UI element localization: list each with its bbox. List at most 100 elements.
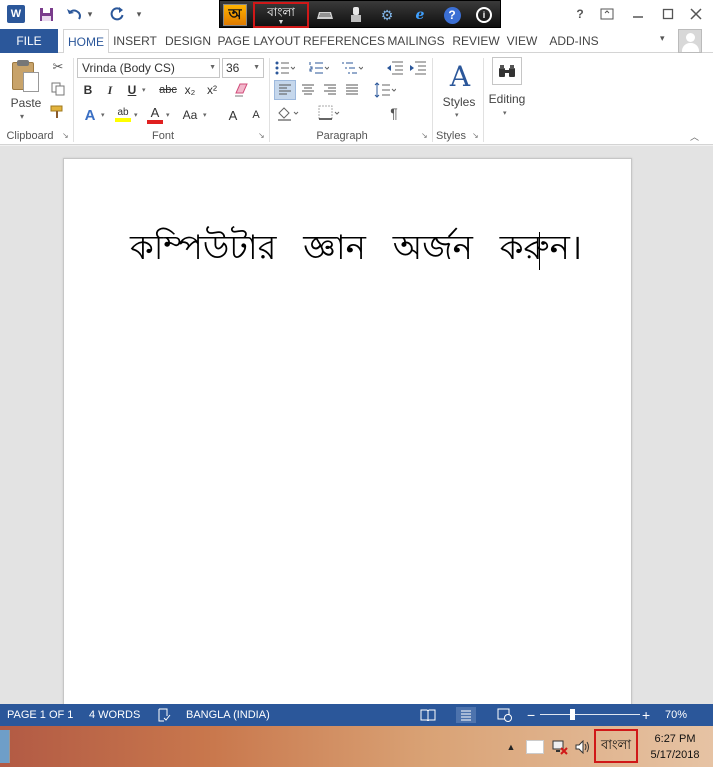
file-tab[interactable]: FILE (0, 29, 58, 53)
proofing-icon[interactable] (157, 704, 171, 726)
clipboard-launcher-icon[interactable]: ↘ (62, 132, 70, 140)
bold-button[interactable]: B (81, 81, 95, 99)
styles-icon[interactable]: A (446, 60, 474, 93)
align-center-icon[interactable] (297, 80, 319, 100)
align-left-icon[interactable] (274, 80, 296, 100)
increase-indent-icon[interactable] (407, 58, 429, 78)
font-launcher-icon[interactable]: ↘ (258, 132, 266, 140)
page-count[interactable]: PAGE 1 OF 1 (7, 704, 73, 726)
bullets-icon[interactable] (274, 58, 296, 78)
language-status[interactable]: BANGLA (INDIA) (186, 704, 270, 726)
help-icon[interactable]: ? (442, 5, 462, 25)
paste-icon[interactable] (10, 60, 42, 94)
chevron-down-icon[interactable]: ▼ (253, 64, 260, 71)
read-mode-icon[interactable] (420, 704, 436, 726)
undo-icon[interactable] (64, 4, 84, 24)
paragraph-launcher-icon[interactable]: ↘ (421, 132, 429, 140)
highlight-icon[interactable]: ab (115, 104, 131, 124)
paste-button[interactable]: Paste (10, 96, 42, 110)
line-spacing-icon[interactable] (374, 80, 396, 100)
collapse-ribbon-icon[interactable]: ︿ (690, 130, 699, 143)
styles-dropdown-icon[interactable]: ▾ (455, 111, 459, 119)
tray-clock[interactable]: 6:27 PM 5/17/2018 (643, 731, 707, 763)
superscript-button[interactable]: x² (204, 81, 220, 99)
tab-add-ins[interactable]: ADD-INS (546, 29, 602, 53)
copy-icon[interactable] (48, 80, 68, 98)
zoom-in-button[interactable]: + (642, 704, 650, 726)
italic-button[interactable]: I (103, 81, 117, 99)
exit-icon[interactable]: i (474, 5, 494, 25)
zoom-slider[interactable] (540, 714, 640, 715)
font-color-dropdown-icon[interactable]: ▾ (166, 111, 170, 119)
tray-folder-icon[interactable] (525, 736, 545, 758)
cut-icon[interactable]: ✂ (48, 58, 68, 76)
zoom-out-button[interactable]: − (527, 704, 535, 726)
styles-button[interactable]: Styles (440, 95, 478, 109)
avro-language-button[interactable]: বাংলা ▼ (253, 2, 309, 28)
document-text[interactable]: কম্পিউটার জ্ঞান অর্জন করুন। (130, 222, 582, 279)
network-icon[interactable] (551, 736, 569, 758)
word-app-icon[interactable]: W (7, 5, 25, 23)
avro-logo-icon[interactable]: অ (223, 4, 247, 26)
text-effects-icon[interactable]: A (82, 106, 98, 124)
ribbon-display-options-icon[interactable] (596, 4, 618, 24)
highlight-dropdown-icon[interactable]: ▾ (134, 111, 138, 119)
save-icon[interactable] (36, 4, 56, 24)
shrink-font-button[interactable]: A (249, 106, 263, 124)
change-case-dropdown-icon[interactable]: ▾ (203, 111, 207, 119)
numbering-icon[interactable] (308, 58, 330, 78)
tray-expand-icon[interactable]: ▲ (505, 736, 517, 758)
borders-icon[interactable] (318, 103, 340, 123)
align-right-icon[interactable] (319, 80, 341, 100)
maximize-button[interactable] (657, 4, 679, 24)
tab-insert[interactable]: INSERT (112, 29, 158, 53)
taskbar-app-button[interactable] (0, 730, 10, 763)
customize-qat-icon[interactable]: ▾ (134, 4, 144, 24)
font-name-input[interactable]: Vrinda (Body CS) ▼ (77, 58, 220, 78)
settings-icon[interactable]: ⚙ (377, 5, 397, 25)
zoom-slider-thumb[interactable] (569, 709, 575, 720)
multilevel-list-icon[interactable] (341, 58, 363, 78)
web-icon[interactable]: e (410, 5, 430, 25)
text-effects-dropdown-icon[interactable]: ▾ (101, 111, 105, 119)
decrease-indent-icon[interactable] (384, 58, 406, 78)
tab-home[interactable]: HOME (63, 29, 109, 54)
change-case-button[interactable]: Aa (180, 106, 200, 124)
format-painter-icon[interactable] (48, 103, 68, 121)
binoculars-icon[interactable] (492, 57, 522, 85)
tab-mailings[interactable]: MAILINGS (387, 29, 445, 53)
tab-references[interactable]: REFERENCES (303, 29, 385, 53)
editing-button[interactable]: Editing (485, 92, 529, 106)
print-layout-icon[interactable] (456, 707, 476, 723)
styles-launcher-icon[interactable]: ↘ (472, 132, 480, 140)
tray-language-indicator[interactable]: বাংলা (594, 729, 638, 763)
redo-icon[interactable] (107, 4, 127, 24)
strikethrough-button[interactable]: abc (157, 81, 179, 99)
volume-icon[interactable] (574, 736, 592, 758)
web-layout-icon[interactable] (497, 704, 513, 726)
underline-button[interactable]: U (125, 81, 139, 99)
chevron-down-icon[interactable]: ▾ (660, 33, 665, 44)
underline-dropdown-icon[interactable]: ▾ (142, 86, 146, 94)
avatar[interactable] (678, 29, 702, 53)
font-size-input[interactable]: 36 ▼ (222, 58, 264, 78)
tab-review[interactable]: REVIEW (452, 29, 500, 53)
minimize-button[interactable] (627, 4, 649, 24)
shading-icon[interactable] (277, 103, 299, 123)
font-color-icon[interactable]: A (147, 104, 163, 124)
justify-icon[interactable] (341, 80, 363, 100)
subscript-button[interactable]: x₂ (182, 81, 198, 99)
show-formatting-button[interactable]: ¶ (383, 103, 405, 123)
editing-dropdown-icon[interactable]: ▾ (503, 109, 507, 117)
undo-dropdown-icon[interactable]: ▾ (86, 4, 94, 24)
clear-formatting-icon[interactable] (234, 81, 250, 99)
paste-dropdown-icon[interactable]: ▾ (20, 112, 24, 121)
grow-font-button[interactable]: A (226, 106, 240, 124)
tab-page-layout[interactable]: PAGE LAYOUT (217, 29, 301, 53)
word-count[interactable]: 4 WORDS (89, 704, 140, 726)
close-button[interactable] (685, 4, 707, 24)
zoom-level[interactable]: 70% (665, 704, 687, 726)
help-button[interactable]: ? (569, 4, 591, 24)
chevron-down-icon[interactable]: ▼ (209, 64, 216, 71)
tab-design[interactable]: DESIGN (163, 29, 213, 53)
